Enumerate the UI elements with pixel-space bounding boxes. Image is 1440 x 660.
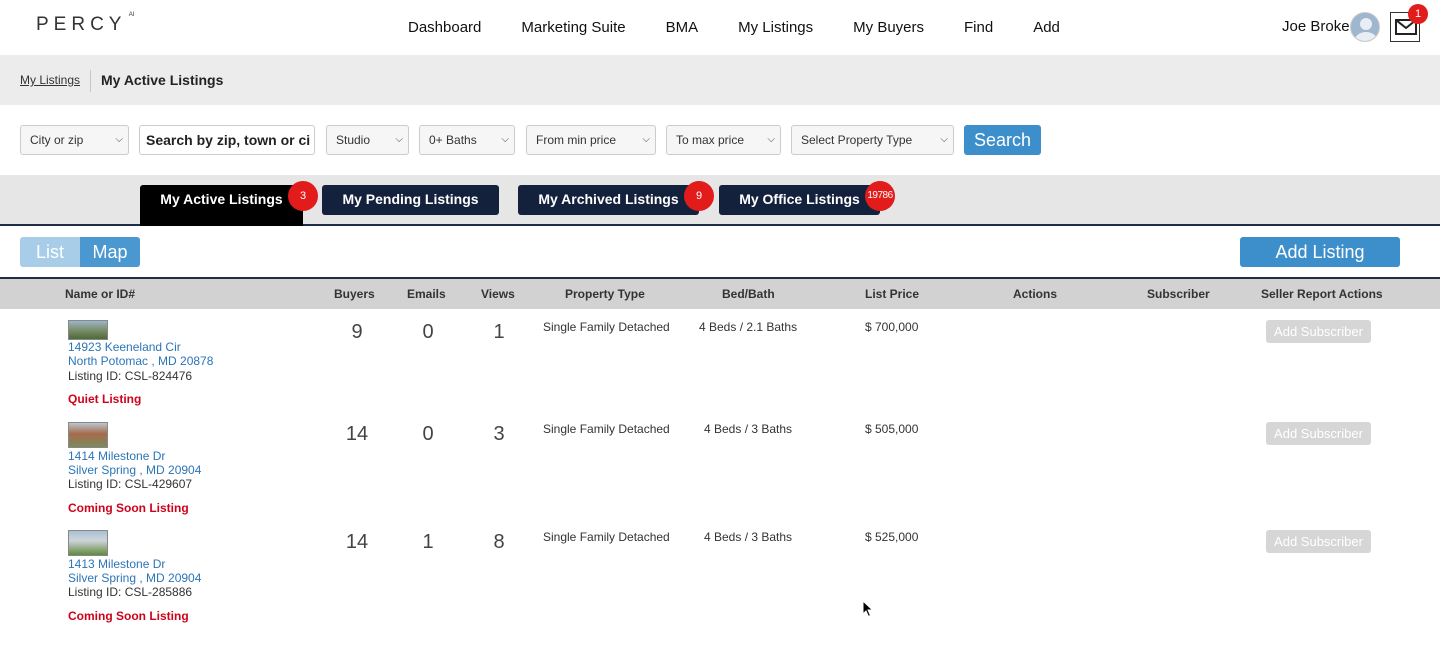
col-list-price[interactable]: List Price bbox=[865, 287, 919, 301]
list-price: $ 700,000 bbox=[865, 320, 919, 334]
emails-count[interactable]: 1 bbox=[408, 531, 448, 554]
listing-street[interactable]: 1414 Milestone Dr bbox=[68, 449, 165, 463]
nav-bma[interactable]: BMA bbox=[666, 19, 699, 36]
chevron-down-icon: ⌵ bbox=[940, 134, 948, 145]
property-type: Single Family Detached bbox=[543, 530, 670, 544]
col-buyers[interactable]: Buyers bbox=[334, 287, 375, 301]
max-price-select[interactable]: To max price ⌵ bbox=[666, 125, 781, 155]
add-subscriber-button[interactable]: Add Subscriber bbox=[1266, 530, 1371, 553]
views-count[interactable]: 8 bbox=[479, 531, 519, 554]
listing-city[interactable]: North Potomac , MD 20878 bbox=[68, 354, 213, 368]
tab-my-archived-listings[interactable]: My Archived Listings bbox=[518, 185, 699, 215]
tab-my-active-listings[interactable]: My Active Listings bbox=[140, 185, 303, 226]
listing-street[interactable]: 1413 Milestone Dr bbox=[68, 557, 165, 571]
bed-bath: 4 Beds / 3 Baths bbox=[704, 530, 793, 544]
listing-status: Quiet Listing bbox=[68, 392, 142, 406]
user-name[interactable]: Joe Broker bbox=[1282, 18, 1355, 35]
nav-add[interactable]: Add bbox=[1033, 19, 1060, 36]
views-count[interactable]: 1 bbox=[479, 321, 519, 344]
nav-find[interactable]: Find bbox=[964, 19, 993, 36]
baths-select[interactable]: 0+ Baths ⌵ bbox=[419, 125, 515, 155]
col-emails[interactable]: Emails bbox=[407, 287, 446, 301]
list-view-toggle[interactable]: List bbox=[20, 237, 80, 267]
tab-my-office-listings[interactable]: My Office Listings bbox=[719, 185, 880, 215]
search-button[interactable]: Search bbox=[964, 125, 1041, 155]
listing-city[interactable]: Silver Spring , MD 20904 bbox=[68, 463, 201, 477]
bed-bath: 4 Beds / 2.1 Baths bbox=[699, 320, 798, 334]
col-bed-bath[interactable]: Bed/Bath bbox=[722, 287, 775, 301]
listing-thumbnail[interactable] bbox=[68, 320, 108, 340]
add-listing-button[interactable]: Add Listing bbox=[1240, 237, 1400, 267]
breadcrumb: My Listings My Active Listings bbox=[0, 55, 1440, 105]
office-count-badge: 19786 bbox=[865, 181, 895, 211]
buyers-count[interactable]: 14 bbox=[337, 531, 377, 554]
listing-status: Coming Soon Listing bbox=[68, 609, 189, 623]
chevron-down-icon: ⌵ bbox=[395, 134, 403, 145]
main-nav: Dashboard Marketing Suite BMA My Listing… bbox=[388, 0, 1080, 55]
col-seller-report-actions: Seller Report Actions bbox=[1261, 287, 1383, 301]
active-count-badge: 3 bbox=[288, 181, 318, 211]
nav-my-listings[interactable]: My Listings bbox=[738, 19, 813, 36]
col-views[interactable]: Views bbox=[481, 287, 515, 301]
chevron-down-icon: ⌵ bbox=[501, 134, 509, 145]
col-subscriber: Subscriber bbox=[1147, 287, 1210, 301]
chevron-down-icon: ⌵ bbox=[642, 134, 650, 145]
listing-id: Listing ID: CSL-285886 bbox=[68, 585, 193, 599]
bed-bath: 4 Beds / 3 Baths bbox=[704, 422, 793, 436]
location-select[interactable]: City or zip ⌵ bbox=[20, 125, 129, 155]
emails-count[interactable]: 0 bbox=[408, 423, 448, 446]
top-navbar: PERCY AI Dashboard Marketing Suite BMA My… bbox=[0, 0, 1440, 55]
chevron-down-icon: ⌵ bbox=[767, 134, 775, 145]
list-price: $ 505,000 bbox=[865, 422, 919, 436]
map-view-toggle[interactable]: Map bbox=[80, 237, 140, 267]
add-subscriber-button[interactable]: Add Subscriber bbox=[1266, 422, 1371, 445]
listing-status: Coming Soon Listing bbox=[68, 501, 189, 515]
listing-thumbnail[interactable] bbox=[68, 530, 108, 556]
col-actions: Actions bbox=[1013, 287, 1058, 301]
table-header: Name or ID# Buyers Emails Views Property… bbox=[0, 277, 1440, 309]
property-type-select[interactable]: Select Property Type ⌵ bbox=[791, 125, 954, 155]
mouse-cursor-icon bbox=[862, 599, 874, 623]
breadcrumb-divider bbox=[90, 70, 91, 92]
archived-count-badge: 9 bbox=[684, 181, 714, 211]
col-name-or-id[interactable]: Name or ID# bbox=[65, 287, 135, 301]
breadcrumb-my-listings[interactable]: My Listings bbox=[20, 73, 80, 87]
nav-marketing-suite[interactable]: Marketing Suite bbox=[521, 19, 625, 36]
property-type: Single Family Detached bbox=[543, 422, 670, 436]
page-title: My Active Listings bbox=[101, 72, 224, 88]
min-price-select[interactable]: From min price ⌵ bbox=[526, 125, 656, 155]
listing-thumbnail[interactable] bbox=[68, 422, 108, 448]
nav-dashboard[interactable]: Dashboard bbox=[408, 19, 481, 36]
listing-id: Listing ID: CSL-824476 bbox=[68, 369, 193, 383]
tab-my-pending-listings[interactable]: My Pending Listings bbox=[322, 185, 499, 215]
chevron-down-icon: ⌵ bbox=[115, 134, 123, 145]
buyers-count[interactable]: 14 bbox=[337, 423, 377, 446]
percy-logo[interactable]: PERCY AI bbox=[36, 12, 134, 36]
emails-count[interactable]: 0 bbox=[408, 321, 448, 344]
beds-select[interactable]: Studio ⌵ bbox=[326, 125, 409, 155]
mail-count-badge: 1 bbox=[1408, 4, 1428, 24]
avatar[interactable] bbox=[1350, 12, 1380, 42]
list-price: $ 525,000 bbox=[865, 530, 919, 544]
nav-my-buyers[interactable]: My Buyers bbox=[853, 19, 924, 36]
property-type: Single Family Detached bbox=[543, 320, 670, 334]
search-input[interactable]: Search by zip, town or ci bbox=[139, 125, 315, 155]
col-property-type[interactable]: Property Type bbox=[565, 287, 645, 301]
add-subscriber-button[interactable]: Add Subscriber bbox=[1266, 320, 1371, 343]
listing-id: Listing ID: CSL-429607 bbox=[68, 477, 193, 491]
listing-city[interactable]: Silver Spring , MD 20904 bbox=[68, 571, 201, 585]
views-count[interactable]: 3 bbox=[479, 423, 519, 446]
buyers-count[interactable]: 9 bbox=[337, 321, 377, 344]
listing-street[interactable]: 14923 Keeneland Cir bbox=[68, 340, 181, 354]
